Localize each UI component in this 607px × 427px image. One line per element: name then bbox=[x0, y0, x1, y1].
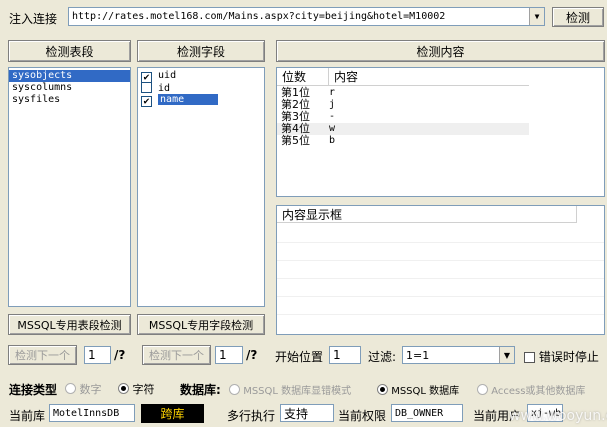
radio-number[interactable]: 数字 bbox=[65, 381, 102, 397]
watermark: www.wooyun.org bbox=[509, 408, 607, 424]
radio-icon bbox=[65, 383, 76, 394]
filter-select[interactable]: 1=1 ▼ bbox=[402, 346, 515, 364]
page-input-1[interactable]: 1 bbox=[84, 346, 111, 364]
start-position-input[interactable]: 1 bbox=[329, 346, 361, 364]
checkbox-id[interactable] bbox=[141, 82, 152, 93]
radio-mssql[interactable]: MSSQL 数据库 bbox=[377, 382, 459, 397]
radio-access-label: Access或其他数据库 bbox=[491, 386, 586, 397]
table-row[interactable]: 第3位 - bbox=[277, 111, 529, 123]
list-item[interactable]: sysobjects bbox=[9, 70, 130, 82]
field-label: uid bbox=[158, 70, 177, 81]
connection-type-label: 连接类型 bbox=[9, 383, 58, 397]
table-row[interactable]: 第4位 w bbox=[277, 123, 529, 135]
tables-header: 检测表段 bbox=[8, 40, 131, 62]
content-header: 检测内容 bbox=[276, 40, 605, 62]
cell-value: r bbox=[329, 87, 336, 98]
cell-value: b bbox=[329, 135, 336, 146]
multi-exec-label: 多行执行 bbox=[227, 409, 276, 423]
radio-mssql-label: MSSQL 数据库 bbox=[391, 386, 460, 397]
radio-icon bbox=[118, 383, 129, 394]
current-db-field[interactable]: MotelInnsDB bbox=[49, 404, 135, 422]
list-item[interactable]: sysfiles bbox=[9, 94, 130, 106]
radio-icon bbox=[377, 384, 388, 395]
checkbox-name[interactable]: ✔ bbox=[141, 96, 152, 107]
detect-button[interactable]: 检测 bbox=[552, 7, 604, 27]
fields-list[interactable]: ✔ uid id ✔ name bbox=[137, 67, 265, 307]
inject-label: 注入连接 bbox=[9, 12, 58, 26]
list-item[interactable]: syscolumns bbox=[9, 82, 130, 94]
url-combobox[interactable]: http://rates.motel168.com/Mains.aspx?cit… bbox=[68, 7, 545, 26]
content-table[interactable]: 位数 内容 第1位 r 第2位 j 第3位 - 第4位 w 第5位 b bbox=[276, 67, 605, 197]
database-label: 数据库: bbox=[180, 383, 221, 397]
chevron-down-icon[interactable]: ▼ bbox=[529, 8, 544, 25]
tables-list[interactable]: sysobjects syscolumns sysfiles bbox=[8, 67, 131, 307]
page-total-1: /? bbox=[114, 348, 126, 362]
field-label: id bbox=[158, 83, 171, 94]
radio-char-label: 字符 bbox=[132, 383, 155, 396]
table-row[interactable]: 第1位 r bbox=[277, 87, 529, 99]
table-row[interactable]: 第5位 b bbox=[277, 135, 529, 147]
radio-icon bbox=[477, 384, 488, 395]
chevron-down-icon[interactable]: ▼ bbox=[499, 347, 514, 363]
radio-icon bbox=[229, 384, 240, 395]
radio-mssql-error-label: MSSQL 数据库显错模式 bbox=[243, 386, 352, 397]
cell-value: w bbox=[329, 123, 336, 134]
radio-mssql-error-mode[interactable]: MSSQL 数据库显错模式 bbox=[229, 382, 351, 397]
detect-next-button-2[interactable]: 检测下一个 bbox=[142, 345, 211, 365]
current-db-label: 当前库 bbox=[9, 409, 46, 423]
cross-db-button[interactable]: 跨库 bbox=[141, 404, 204, 423]
filter-value: 1=1 bbox=[406, 348, 430, 362]
cell-value: - bbox=[329, 111, 336, 122]
list-item[interactable]: ✔ uid bbox=[138, 70, 264, 83]
cell-value: j bbox=[329, 99, 336, 110]
current-priv-field[interactable]: DB_OWNER bbox=[391, 404, 463, 422]
filter-label: 过滤: bbox=[368, 350, 397, 364]
list-item[interactable]: id bbox=[138, 82, 264, 94]
cell-position: 第5位 bbox=[281, 134, 310, 147]
mssql-field-detect-button[interactable]: MSSQL专用字段检测 bbox=[137, 314, 265, 335]
list-item[interactable]: ✔ name bbox=[138, 94, 264, 107]
field-label: name bbox=[158, 94, 219, 105]
multi-exec-field[interactable]: 支持 bbox=[280, 404, 334, 422]
url-value: http://rates.motel168.com/Mains.aspx?cit… bbox=[72, 11, 446, 22]
radio-access[interactable]: Access或其他数据库 bbox=[477, 382, 585, 397]
radio-char[interactable]: 字符 bbox=[118, 381, 155, 397]
mssql-table-detect-button[interactable]: MSSQL专用表段检测 bbox=[8, 314, 131, 335]
table-row[interactable]: 第2位 j bbox=[277, 99, 529, 111]
fields-header: 检测字段 bbox=[137, 40, 265, 62]
stop-on-error-label: 错误时停止 bbox=[538, 350, 599, 364]
radio-number-label: 数字 bbox=[79, 383, 102, 396]
current-priv-label: 当前权限 bbox=[338, 409, 387, 423]
detect-next-button-1[interactable]: 检测下一个 bbox=[8, 345, 77, 365]
start-position-label: 开始位置 bbox=[275, 350, 324, 364]
content-display-header: 内容显示框 bbox=[277, 206, 577, 223]
column-header-position[interactable]: 位数 bbox=[277, 68, 329, 86]
content-display-box[interactable]: 内容显示框 bbox=[276, 205, 605, 335]
column-header-content[interactable]: 内容 bbox=[329, 68, 529, 86]
page-total-2: /? bbox=[246, 348, 258, 362]
stop-on-error-checkbox[interactable]: 错误时停止 bbox=[524, 348, 599, 365]
page-input-2[interactable]: 1 bbox=[215, 346, 243, 364]
checkbox-icon bbox=[524, 352, 535, 363]
